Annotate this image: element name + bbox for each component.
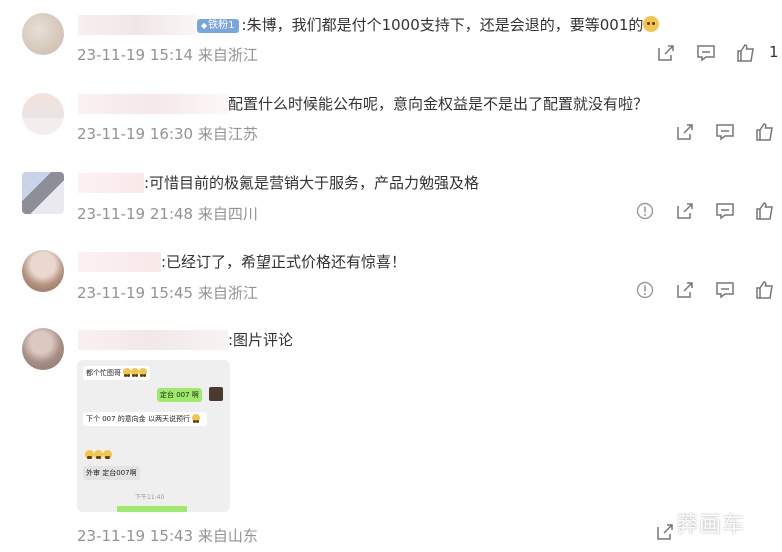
- comment-text: :朱博，我们都是付个1000支持下，还是会退的，要等001的: [241, 16, 644, 34]
- chat-bubble-sent: 定台 007 啊: [157, 388, 202, 402]
- comment-icon: [697, 45, 715, 62]
- comment-text-line: ◆铁粉1:朱博，我们都是付个1000支持下，还是会退的，要等001的: [197, 15, 660, 35]
- like-button[interactable]: [736, 43, 758, 65]
- diamond-icon: ◆: [201, 21, 208, 30]
- chat-bubble: 下个 007 的意向金 以两天说预行: [83, 412, 207, 426]
- comment-button[interactable]: [715, 280, 737, 302]
- share-icon: [677, 203, 693, 219]
- like-icon: [756, 281, 773, 299]
- share-button[interactable]: [675, 201, 697, 223]
- chat-text: 都个忙图哥: [86, 369, 121, 377]
- nickname-blurred[interactable]: [78, 330, 228, 350]
- comment-meta: 23-11-19 15:14 来自浙江: [77, 46, 258, 64]
- comment-icon: [716, 203, 734, 220]
- doge-emoji-icon: [643, 16, 660, 32]
- share-icon: [677, 124, 693, 140]
- share-button[interactable]: [655, 522, 677, 544]
- like-count: 1: [769, 43, 779, 61]
- nickname-blurred[interactable]: [78, 173, 144, 193]
- chat-text: 下个 007 的意向金 以两天说预行: [86, 415, 191, 423]
- emoji-row: [85, 450, 112, 459]
- share-icon: [658, 45, 674, 61]
- comment-button[interactable]: [696, 43, 718, 65]
- chat-input-bar: [117, 506, 187, 512]
- chat-footer: 下午11:40: [135, 494, 165, 501]
- report-icon: [636, 281, 654, 299]
- comment-button[interactable]: [715, 122, 737, 144]
- watermark: 莽画车: [676, 513, 746, 538]
- report-button[interactable]: [635, 201, 657, 223]
- comment-meta: 23-11-19 21:48 来自四川: [77, 205, 258, 223]
- comment-text: 配置什么时候能公布呢，意向金权益是不是出了配置就没有啦？: [228, 95, 649, 113]
- comment-meta: 23-11-19 16:30 来自江苏: [77, 125, 258, 143]
- comment-text: :可惜目前的极氪是营销大于服务，产品力勉强及格: [144, 174, 480, 192]
- report-icon: [636, 202, 654, 220]
- like-icon: [756, 123, 773, 141]
- fan-badge-label: 铁粉1: [208, 20, 235, 31]
- fan-badge[interactable]: ◆铁粉1: [197, 19, 239, 33]
- emoji-icon: [139, 368, 148, 377]
- share-button[interactable]: [675, 122, 697, 144]
- chat-avatar: [209, 387, 223, 401]
- chat-text: 外审 定台007啊: [86, 469, 137, 477]
- share-icon: [657, 524, 673, 540]
- comment-meta: 23-11-19 15:45 来自浙江: [77, 284, 258, 302]
- share-button[interactable]: [675, 280, 697, 302]
- chat-bubble: 都个忙图哥: [83, 366, 151, 380]
- emoji-icon: [131, 368, 140, 377]
- nickname-blurred[interactable]: [78, 94, 228, 114]
- emoji-icon: [103, 450, 112, 459]
- share-icon: [677, 282, 693, 298]
- emoji-icon: [192, 414, 201, 423]
- like-button[interactable]: [755, 280, 777, 302]
- like-icon: [737, 44, 754, 62]
- avatar[interactable]: [22, 13, 64, 55]
- comment-button[interactable]: [715, 201, 737, 223]
- comment-text: :已经订了，希望正式价格还有惊喜！: [161, 253, 407, 271]
- avatar[interactable]: [22, 172, 64, 214]
- share-button[interactable]: [656, 43, 678, 65]
- nickname-blurred[interactable]: [78, 15, 196, 35]
- avatar[interactable]: [22, 93, 64, 135]
- like-button[interactable]: [755, 122, 777, 144]
- report-button[interactable]: [635, 280, 657, 302]
- like-icon: [756, 202, 773, 220]
- chat-bubble: 外审 定台007啊: [83, 466, 140, 480]
- comment-image[interactable]: 都个忙图哥 定台 007 啊 下个 007 的意向金 以两天说预行 外审 定台0…: [77, 360, 230, 512]
- nickname-blurred[interactable]: [78, 252, 161, 272]
- comment-icon: [716, 124, 734, 141]
- emoji-icon: [123, 368, 132, 377]
- comment-text: :图片评论: [228, 331, 294, 349]
- avatar[interactable]: [22, 250, 64, 292]
- avatar[interactable]: [22, 328, 64, 370]
- comment-icon: [716, 282, 734, 299]
- chat-text: 定台 007 啊: [160, 391, 199, 399]
- emoji-icon: [85, 450, 94, 459]
- like-button[interactable]: [755, 201, 777, 223]
- emoji-icon: [94, 450, 103, 459]
- comment-meta: 23-11-19 15:43 来自山东: [77, 527, 258, 545]
